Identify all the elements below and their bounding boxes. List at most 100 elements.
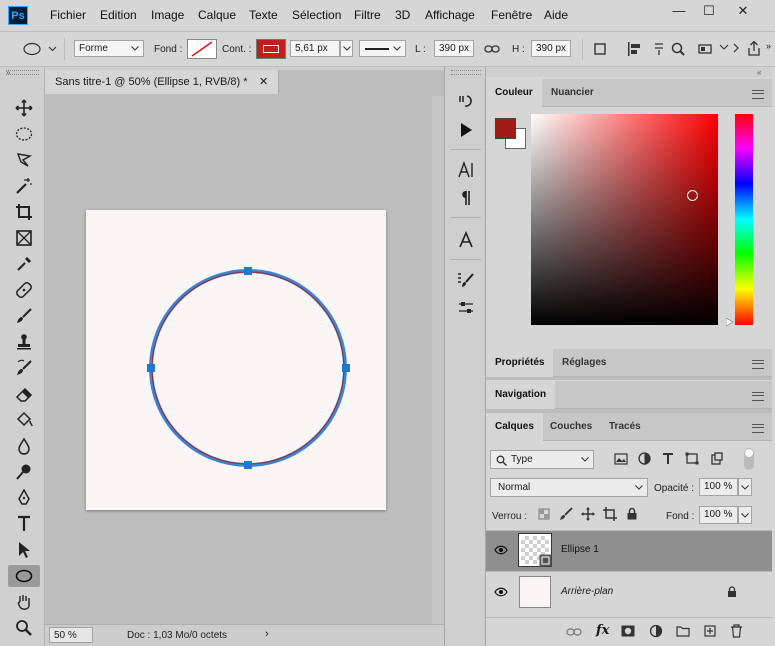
adjustment-layer-icon[interactable] [649, 624, 663, 638]
smart-object-filter-icon[interactable] [710, 452, 723, 465]
character-panel-button[interactable] [455, 159, 477, 181]
brush-settings-button[interactable] [455, 269, 477, 291]
chevron-down-icon[interactable] [719, 44, 729, 52]
path-select-tool[interactable] [12, 539, 36, 561]
chevron-down-icon[interactable] [48, 46, 57, 52]
lock-artboard-icon[interactable] [603, 507, 617, 521]
dodge-tool[interactable] [12, 461, 36, 483]
frame-tool[interactable] [12, 227, 36, 249]
path-operations-icon[interactable] [593, 42, 607, 56]
panel-menu-icon[interactable] [752, 90, 764, 99]
lock-all-icon[interactable] [626, 507, 638, 520]
add-mask-icon[interactable] [621, 625, 635, 637]
lock-position-icon[interactable] [581, 507, 595, 521]
menu-texte[interactable]: Texte [249, 8, 278, 22]
ellipse-shape[interactable] [86, 210, 386, 510]
history-brush-tool[interactable] [12, 357, 36, 379]
eyedropper-tool[interactable] [12, 253, 36, 275]
ellipse-tool[interactable] [8, 565, 40, 587]
filter-toggle[interactable] [744, 448, 754, 470]
healing-tool[interactable] [12, 279, 36, 301]
anchor-point[interactable] [244, 461, 252, 469]
fx-icon[interactable]: fx [596, 623, 609, 638]
path-arrange-icon[interactable] [654, 42, 664, 56]
tab-couches[interactable]: Couches [541, 413, 601, 441]
maximize-button[interactable]: ☐ [694, 2, 724, 20]
blend-mode-select[interactable]: Normal [490, 478, 648, 497]
panel-menu-icon[interactable] [752, 424, 764, 433]
tab-traces[interactable]: Tracés [600, 413, 650, 441]
shape-filter-icon[interactable] [685, 452, 699, 465]
color-picker-handle[interactable] [687, 190, 698, 201]
panel-menu-icon[interactable] [752, 360, 764, 369]
lock-pixels-icon[interactable] [559, 507, 573, 521]
panel-menu-icon[interactable] [752, 392, 764, 401]
height-field[interactable]: 390 px [531, 40, 571, 57]
delete-layer-icon[interactable] [730, 624, 743, 638]
hue-slider[interactable] [735, 114, 753, 325]
layer-row-background[interactable]: Arrière-plan [486, 573, 772, 613]
paint-bucket-tool[interactable] [12, 409, 36, 431]
menu-fenetre[interactable]: Fenêtre [491, 8, 532, 22]
paragraph-panel-button[interactable] [455, 187, 477, 209]
visibility-eye-icon[interactable] [494, 587, 508, 597]
magic-wand-tool[interactable] [12, 175, 36, 197]
zoom-field[interactable]: 50 % [49, 627, 93, 643]
overflow-icon[interactable]: » [766, 41, 771, 51]
history-panel-button[interactable] [455, 91, 477, 113]
adjustment-filter-icon[interactable] [638, 452, 651, 465]
tab-navigation[interactable]: Navigation [486, 381, 556, 409]
tab-reglages[interactable]: Réglages [553, 349, 615, 377]
layer-row-ellipse[interactable]: Ellipse 1 [486, 531, 772, 571]
collapse-arrows-icon[interactable]: » [6, 68, 10, 77]
opacity-dropdown[interactable] [738, 478, 752, 496]
group-folder-icon[interactable] [676, 625, 690, 637]
menu-selection[interactable]: Sélection [292, 8, 341, 22]
align-edges-icon[interactable] [697, 42, 713, 56]
lasso-tool[interactable] [12, 149, 36, 171]
link-layers-icon[interactable] [566, 627, 582, 637]
tool-presets-button[interactable] [455, 297, 477, 319]
fill-swatch[interactable] [187, 39, 217, 59]
mode-select[interactable]: Forme [74, 40, 144, 57]
menu-3d[interactable]: 3D [395, 8, 410, 22]
menu-affichage[interactable]: Affichage [425, 8, 475, 22]
minimize-button[interactable]: — [664, 2, 694, 20]
fill-opacity-dropdown[interactable] [738, 506, 752, 524]
menu-image[interactable]: Image [151, 8, 184, 22]
tab-nuancier[interactable]: Nuancier [542, 79, 603, 107]
type-tool[interactable] [12, 513, 36, 535]
expand-icon[interactable] [732, 41, 742, 57]
panel-grip[interactable] [451, 70, 481, 75]
blur-tool[interactable] [12, 435, 36, 457]
visibility-eye-icon[interactable] [494, 545, 508, 555]
lock-transparency-icon[interactable] [538, 508, 550, 520]
opacity-field[interactable]: 100 % [699, 478, 738, 496]
crop-tool[interactable] [12, 201, 36, 223]
stroke-width-dropdown[interactable] [340, 40, 353, 57]
move-tool[interactable] [12, 97, 36, 119]
path-alignment-icon[interactable] [626, 41, 642, 57]
menu-aide[interactable]: Aide [544, 8, 568, 22]
menu-edition[interactable]: Edition [100, 8, 137, 22]
eraser-tool[interactable] [12, 383, 36, 405]
hue-slider-handle[interactable] [726, 318, 734, 326]
width-field[interactable]: 390 px [434, 40, 474, 57]
stroke-width-field[interactable]: 5,61 px [290, 40, 340, 57]
foreground-color-swatch[interactable] [495, 118, 516, 139]
zoom-tool[interactable] [12, 617, 36, 639]
brush-tool[interactable] [12, 305, 36, 327]
layer-filter-select[interactable]: Type [490, 450, 594, 469]
ellipse-preset-icon[interactable] [22, 42, 42, 56]
menu-fichier[interactable]: Fichier [50, 8, 86, 22]
menu-calque[interactable]: Calque [198, 8, 236, 22]
tab-calques[interactable]: Calques [486, 413, 543, 441]
type-filter-icon[interactable] [662, 452, 674, 465]
fill-opacity-field[interactable]: 100 % [699, 506, 738, 524]
tab-couleur[interactable]: Couleur [486, 79, 542, 107]
collapse-arrows-icon[interactable]: « [757, 68, 761, 77]
image-filter-icon[interactable] [614, 453, 628, 465]
tab-proprietes[interactable]: Propriétés [486, 349, 554, 377]
stroke-swatch[interactable] [256, 39, 286, 59]
new-layer-icon[interactable] [703, 624, 717, 638]
